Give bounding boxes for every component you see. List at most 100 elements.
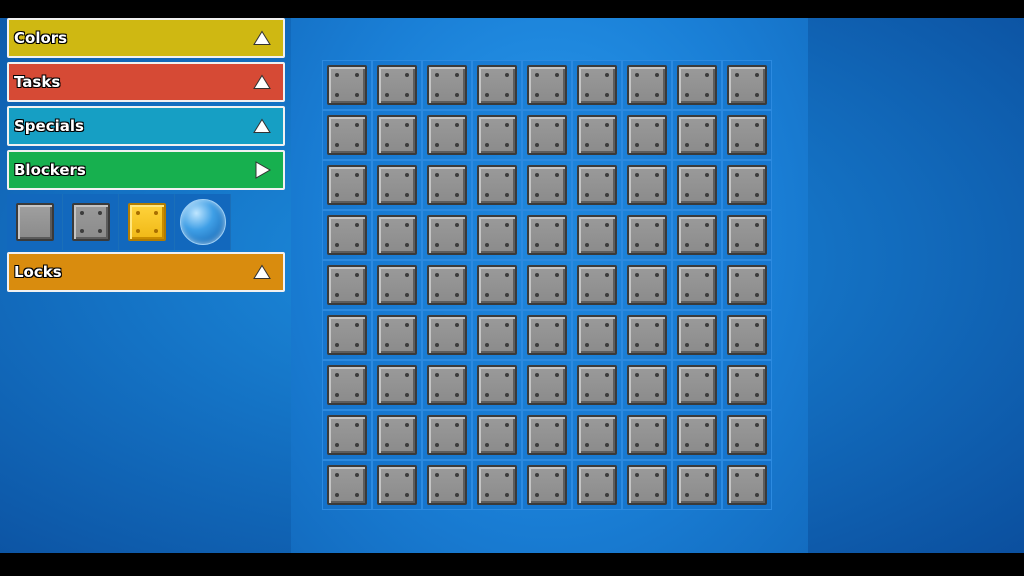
board-cell[interactable]	[722, 110, 772, 160]
board-cell[interactable]	[522, 260, 572, 310]
board-cell[interactable]	[472, 110, 522, 160]
board-cell[interactable]	[372, 360, 422, 410]
blocker-riveted-block[interactable]	[63, 194, 119, 250]
board-cell[interactable]	[672, 160, 722, 210]
section-locks-header[interactable]: Locks	[7, 252, 285, 292]
board-cell[interactable]	[622, 110, 672, 160]
board-cell[interactable]	[372, 460, 422, 510]
riveted-block-icon	[327, 365, 367, 405]
board-cell[interactable]	[672, 360, 722, 410]
board-cell[interactable]	[472, 460, 522, 510]
board-cell[interactable]	[722, 160, 772, 210]
board-cell[interactable]	[322, 410, 372, 460]
board-cell[interactable]	[422, 410, 472, 460]
board-cell[interactable]	[622, 310, 672, 360]
board-cell[interactable]	[372, 160, 422, 210]
riveted-block-icon	[327, 115, 367, 155]
board-cell[interactable]	[622, 210, 672, 260]
board-cell[interactable]	[722, 60, 772, 110]
board-cell[interactable]	[322, 160, 372, 210]
board-cell[interactable]	[722, 410, 772, 460]
board-cell[interactable]	[722, 260, 772, 310]
board-cell[interactable]	[472, 210, 522, 260]
board-cell[interactable]	[622, 410, 672, 460]
riveted-block-icon	[677, 215, 717, 255]
blocker-bubble[interactable]	[175, 194, 231, 250]
board-cell[interactable]	[422, 210, 472, 260]
board-cell[interactable]	[572, 60, 622, 110]
board-cell[interactable]	[672, 410, 722, 460]
board-cell[interactable]	[522, 460, 572, 510]
board-cell[interactable]	[372, 310, 422, 360]
board-cell[interactable]	[322, 310, 372, 360]
board-cell[interactable]	[322, 360, 372, 410]
board-cell[interactable]	[622, 160, 672, 210]
board-cell[interactable]	[722, 460, 772, 510]
board-cell[interactable]	[322, 460, 372, 510]
board-cell[interactable]	[572, 460, 622, 510]
riveted-block-icon	[327, 215, 367, 255]
board-cell[interactable]	[322, 260, 372, 310]
board-cell[interactable]	[522, 360, 572, 410]
board-cell[interactable]	[322, 210, 372, 260]
board-cell[interactable]	[372, 260, 422, 310]
board-cell[interactable]	[722, 210, 772, 260]
blocker-plain-block[interactable]	[7, 194, 63, 250]
board-cell[interactable]	[672, 260, 722, 310]
board-cell[interactable]	[672, 460, 722, 510]
riveted-block-icon	[427, 265, 467, 305]
section-blockers-header[interactable]: Blockers	[7, 150, 285, 190]
board-cell[interactable]	[572, 410, 622, 460]
board-cell[interactable]	[522, 60, 572, 110]
board-cell[interactable]	[622, 360, 672, 410]
board-cell[interactable]	[422, 360, 472, 410]
board-cell[interactable]	[472, 310, 522, 360]
board-cell[interactable]	[572, 360, 622, 410]
board-cell[interactable]	[572, 260, 622, 310]
board-cell[interactable]	[372, 60, 422, 110]
section-colors-label: Colors	[14, 29, 68, 47]
board-cell[interactable]	[522, 210, 572, 260]
riveted-block-icon	[477, 65, 517, 105]
board-cell[interactable]	[422, 260, 472, 310]
board-cell[interactable]	[422, 160, 472, 210]
section-specials-header[interactable]: Specials	[7, 106, 285, 146]
board-cell[interactable]	[522, 110, 572, 160]
board-cell[interactable]	[572, 110, 622, 160]
board-cell[interactable]	[522, 410, 572, 460]
board-cell[interactable]	[422, 110, 472, 160]
board-cell[interactable]	[522, 160, 572, 210]
board-cell[interactable]	[322, 60, 372, 110]
board-cell[interactable]	[522, 310, 572, 360]
riveted-block-icon	[377, 115, 417, 155]
board-cell[interactable]	[572, 210, 622, 260]
board-cell[interactable]	[472, 160, 522, 210]
board-cell[interactable]	[622, 60, 672, 110]
board-cell[interactable]	[572, 310, 622, 360]
section-colors-header[interactable]: Colors	[7, 18, 285, 58]
section-tasks-header[interactable]: Tasks	[7, 62, 285, 102]
board-cell[interactable]	[672, 60, 722, 110]
board-cell[interactable]	[372, 410, 422, 460]
board-cell[interactable]	[722, 310, 772, 360]
riveted-block-icon	[727, 365, 767, 405]
board-cell[interactable]	[422, 460, 472, 510]
board-cell[interactable]	[722, 360, 772, 410]
board-cell[interactable]	[422, 60, 472, 110]
board-cell[interactable]	[472, 360, 522, 410]
board-cell[interactable]	[622, 260, 672, 310]
board-cell[interactable]	[472, 60, 522, 110]
board-cell[interactable]	[672, 210, 722, 260]
blocker-gold-block[interactable]	[119, 194, 175, 250]
board-cell[interactable]	[572, 160, 622, 210]
board-cell[interactable]	[322, 110, 372, 160]
board-cell[interactable]	[672, 110, 722, 160]
riveted-block-icon	[577, 415, 617, 455]
board-cell[interactable]	[672, 310, 722, 360]
board-cell[interactable]	[372, 210, 422, 260]
board-cell[interactable]	[422, 310, 472, 360]
board-cell[interactable]	[622, 460, 672, 510]
board-cell[interactable]	[472, 260, 522, 310]
board-cell[interactable]	[372, 110, 422, 160]
board-cell[interactable]	[472, 410, 522, 460]
